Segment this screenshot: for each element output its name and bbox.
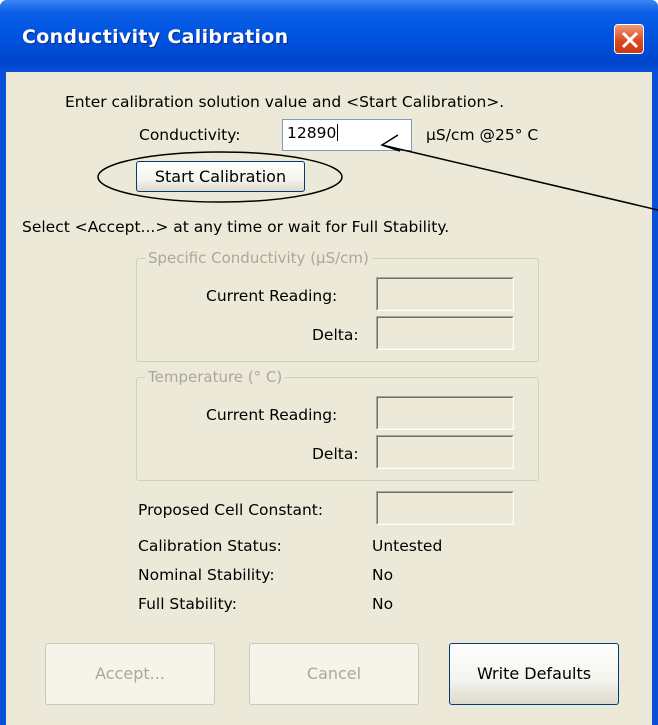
full-stability-label: Full Stability: [138, 595, 237, 613]
specific-delta-label: Delta: [312, 326, 359, 344]
conductivity-value: 12890 [287, 124, 337, 142]
close-button[interactable] [614, 24, 644, 54]
window-title: Conductivity Calibration [22, 26, 289, 48]
instruction-accept: Select <Accept...> at any time or wait f… [22, 218, 450, 236]
text-caret [337, 124, 339, 141]
temperature-current-field [376, 396, 514, 430]
temperature-delta-label: Delta: [312, 445, 359, 463]
accept-button[interactable]: Accept... [45, 643, 215, 705]
calibration-status-label: Calibration Status: [138, 537, 282, 555]
conductivity-unit: µS/cm @25° C [426, 126, 539, 144]
specific-current-label: Current Reading: [206, 287, 338, 305]
calibration-status-value: Untested [372, 537, 443, 555]
instruction-start: Enter calibration solution value and <St… [65, 93, 505, 111]
title-bar[interactable]: Conductivity Calibration [0, 0, 658, 72]
conductivity-input[interactable]: 12890 [282, 119, 412, 151]
temperature-current-label: Current Reading: [206, 406, 338, 424]
conductivity-label: Conductivity: [139, 126, 241, 144]
close-icon [621, 31, 639, 49]
nominal-stability-label: Nominal Stability: [138, 566, 275, 584]
temperature-title: Temperature (° C) [145, 368, 286, 386]
dialog-client-area: Enter calibration solution value and <St… [6, 72, 652, 725]
cancel-button[interactable]: Cancel [249, 643, 419, 705]
proposed-cell-constant-field [376, 491, 514, 525]
full-stability-value: No [372, 595, 394, 613]
dialog-window: Conductivity Calibration Enter calibrati… [0, 0, 658, 725]
specific-conductivity-title: Specific Conductivity (µS/cm) [145, 249, 372, 267]
specific-delta-field [376, 316, 514, 350]
write-defaults-button[interactable]: Write Defaults [449, 643, 619, 705]
nominal-stability-value: No [372, 566, 394, 584]
temperature-delta-field [376, 435, 514, 469]
specific-current-field [376, 277, 514, 311]
start-calibration-button[interactable]: Start Calibration [136, 161, 305, 192]
proposed-cell-constant-label: Proposed Cell Constant: [138, 501, 324, 519]
